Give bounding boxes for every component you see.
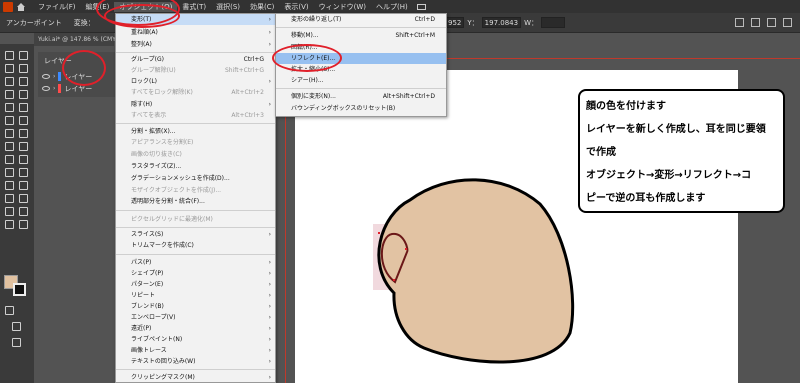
menu-separator [116, 369, 275, 370]
menu-item-pattern[interactable]: パターン(E) › [116, 279, 275, 290]
menu-item-flatten-transparency[interactable]: 透明部分を分割・統合(F)... [116, 196, 275, 207]
submenu-item-shear[interactable]: シアー(H)... [276, 75, 446, 86]
menu-item-rasterize[interactable]: ラスタライズ(Z)... [116, 161, 275, 172]
ear-anchor-handle [378, 232, 380, 234]
menu-item-path[interactable]: パス(P) › [116, 257, 275, 268]
menu-item-group[interactable]: グループ(G) Ctrl+G [116, 54, 275, 65]
note-line: ピーで逆の耳も作成します [586, 193, 706, 204]
menu-separator [116, 52, 275, 53]
menu-item-expand[interactable]: 分割・拡張(X)... [116, 126, 275, 137]
face-shape [377, 178, 575, 364]
menu-separator [276, 27, 446, 28]
menu-item-show-all[interactable]: すべてを表示 Alt+Ctrl+3 [116, 110, 275, 121]
menu-item-pixel-grid[interactable]: ピクセルグリッドに最適化(M) [116, 214, 275, 225]
menu-item-repeat[interactable]: リピート › [116, 290, 275, 301]
menu-separator [116, 254, 275, 255]
menu-item-live-paint[interactable]: ライブペイント(N) › [116, 334, 275, 345]
menu-item-blend[interactable]: ブレンド(B) › [116, 301, 275, 312]
menu-separator [116, 123, 275, 124]
menu-item-text-wrap[interactable]: テキストの回り込み(W) › [116, 356, 275, 367]
note-line: で作成 [586, 147, 616, 158]
instruction-note: 顔の色を付けます レイヤーを新しく作成し、耳を同じ要領 で作成 オブジェクト→変… [578, 89, 785, 213]
annotation-circle-layer [62, 50, 106, 86]
note-line: 顔の色を付けます [586, 101, 666, 112]
object-menu: 変形(T) › 重ね順(A) › 整列(A) › グループ(G) Ctrl+G グループ… [115, 13, 276, 383]
submenu-item-reset-bounding-box[interactable]: バウンディングボックスのリセット(B) [276, 103, 446, 114]
menu-item-gradient-mesh[interactable]: グラデーションメッシュを作成(D)... [116, 173, 275, 184]
menu-item-clipping-mask[interactable]: クリッピングマスク(M) › [116, 372, 275, 383]
submenu-item-transform-again[interactable]: 変形の繰り返し(T) Ctrl+D [276, 14, 446, 25]
menu-item-crop-image[interactable]: 画像の切り抜き(C) [116, 149, 275, 160]
submenu-item-move[interactable]: 移動(M)... Shift+Ctrl+M [276, 30, 446, 41]
note-line: レイヤーを新しく作成し、耳を同じ要領 [586, 124, 766, 135]
menu-item-unlock-all[interactable]: すべてをロック解除(K) Alt+Ctrl+2 [116, 87, 275, 98]
note-line: オブジェクト→変形→リフレクト→コ [586, 170, 752, 181]
menu-item-perspective[interactable]: 遠近(P) › [116, 323, 275, 334]
ear-anchor-handle [393, 279, 395, 281]
annotation-circle-transform [104, 4, 180, 28]
annotation-circle-reflect [272, 44, 342, 72]
menu-item-envelope[interactable]: エンベロープ(V) › [116, 312, 275, 323]
menu-item-lock[interactable]: ロック(L) › [116, 76, 275, 87]
menu-item-shape[interactable]: シェイプ(P) › [116, 268, 275, 279]
menu-item-image-trace[interactable]: 画像トレース › [116, 345, 275, 356]
menu-separator [276, 88, 446, 89]
menu-separator [116, 227, 275, 228]
menu-item-hide[interactable]: 隠す(H) › [116, 99, 275, 110]
menu-item-ungroup[interactable]: グループ解除(U) Shift+Ctrl+G [116, 65, 275, 76]
menu-item-slice[interactable]: スライス(S) › [116, 229, 275, 240]
menu-item-arrange[interactable]: 重ね順(A) › [116, 27, 275, 38]
menu-item-trim-marks[interactable]: トリムマークを作成(C) [116, 240, 275, 251]
ear-anchor-handle [405, 248, 407, 250]
menu-item-expand-appearance[interactable]: アピアランスを分割(E) [116, 137, 275, 148]
illustrator-window: ファイル(F) 編集(E) オブジェクト(O) 書式(T) 選択(S) 効果(C… [0, 0, 800, 383]
menu-separator [116, 210, 275, 211]
menu-item-align[interactable]: 整列(A) › [116, 39, 275, 50]
menu-item-mosaic[interactable]: モザイクオブジェクトを作成(J)... [116, 185, 275, 196]
submenu-item-transform-each[interactable]: 個別に変形(N)... Alt+Shift+Ctrl+D [276, 91, 446, 102]
